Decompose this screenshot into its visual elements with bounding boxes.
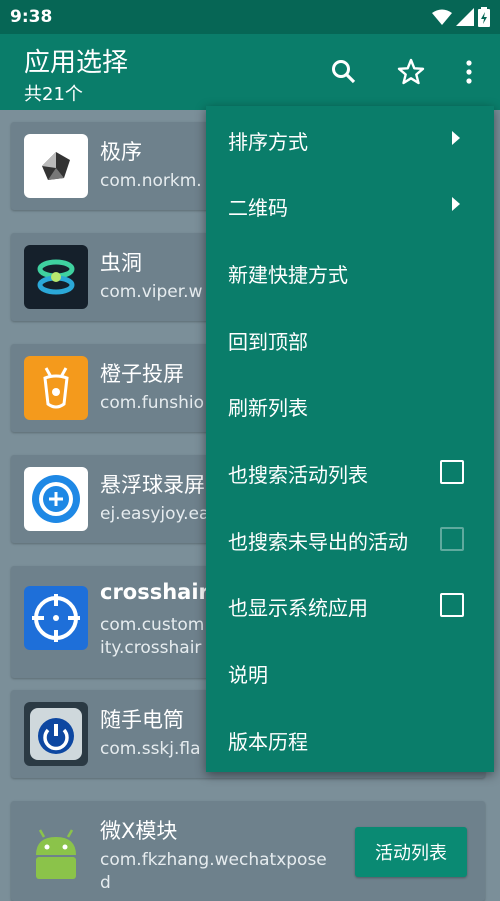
app-bar: 应用选择 共21个	[0, 34, 500, 110]
menu-item-search-unexported: 也搜索未导出的活动	[206, 506, 494, 572]
app-icon-wormhole	[24, 245, 88, 309]
menu-item-label: 说明	[228, 663, 268, 687]
app-icon-jixu	[24, 134, 88, 198]
menu-item-label: 也搜索活动列表	[228, 463, 368, 487]
menu-item-search-activities[interactable]: 也搜索活动列表	[206, 439, 494, 505]
menu-item-help[interactable]: 说明	[206, 639, 494, 705]
app-icon-crosshair	[24, 586, 88, 650]
status-bar: 9:38	[0, 0, 500, 34]
menu-item-refresh-list[interactable]: 刷新列表	[206, 372, 494, 438]
menu-item-back-to-top[interactable]: 回到顶部	[206, 306, 494, 372]
star-icon	[397, 58, 425, 85]
status-time: 9:38	[10, 7, 53, 27]
android-icon	[24, 821, 88, 885]
battery-icon	[478, 7, 490, 27]
app-icon-flashlight	[24, 702, 88, 766]
menu-item-sort[interactable]: 排序方式	[206, 106, 494, 172]
search-icon	[332, 60, 356, 84]
submenu-arrow-icon	[452, 131, 460, 145]
menu-item-changelog[interactable]: 版本历程	[206, 706, 494, 772]
menu-item-show-system-apps[interactable]: 也显示系统应用	[206, 572, 494, 638]
search-unexported-checkbox	[440, 527, 464, 551]
menu-item-label: 排序方式	[228, 130, 308, 154]
menu-item-label: 刷新列表	[228, 396, 308, 420]
app-name: crosshair	[100, 580, 209, 604]
favorite-button[interactable]	[395, 56, 427, 88]
app-icon-float-recorder	[24, 467, 88, 531]
wifi-icon	[432, 9, 452, 25]
app-name: 橙子投屏	[100, 362, 184, 386]
menu-item-label: 版本历程	[228, 730, 308, 754]
menu-item-label: 回到顶部	[228, 330, 308, 354]
menu-item-label: 二维码	[228, 196, 288, 220]
app-name: 极序	[100, 140, 142, 164]
app-count: 共21个	[24, 84, 83, 105]
search-button[interactable]	[328, 56, 360, 88]
app-name: 随手电筒	[100, 708, 184, 732]
overflow-menu: 排序方式 二维码 新建快捷方式 回到顶部 刷新列表 也搜索活动列表 也搜索未导出…	[206, 106, 494, 772]
menu-item-new-shortcut[interactable]: 新建快捷方式	[206, 239, 494, 305]
more-vert-icon	[466, 60, 472, 84]
menu-item-label: 新建快捷方式	[228, 263, 348, 287]
app-card[interactable]: 微X模块 com.fkzhang.wechatxpose d 活动列表	[11, 801, 485, 901]
submenu-arrow-icon	[452, 197, 460, 211]
menu-item-label: 也搜索未导出的活动	[228, 530, 408, 554]
app-name: 微X模块	[100, 819, 178, 843]
app-package: com.fkzhang.wechatxpose d	[100, 850, 327, 893]
activity-list-button[interactable]: 活动列表	[355, 827, 467, 877]
overflow-menu-button[interactable]	[453, 56, 485, 88]
signal-icon	[456, 8, 474, 26]
menu-item-qrcode[interactable]: 二维码	[206, 172, 494, 238]
menu-item-label: 也显示系统应用	[228, 596, 368, 620]
show-system-apps-checkbox[interactable]	[440, 593, 464, 617]
status-icons	[432, 7, 490, 27]
app-icon-orange-cast	[24, 356, 88, 420]
app-name: 悬浮球录屏	[100, 473, 205, 497]
app-name: 虫洞	[100, 251, 142, 275]
page-title: 应用选择	[24, 48, 129, 78]
search-activities-checkbox[interactable]	[440, 460, 464, 484]
